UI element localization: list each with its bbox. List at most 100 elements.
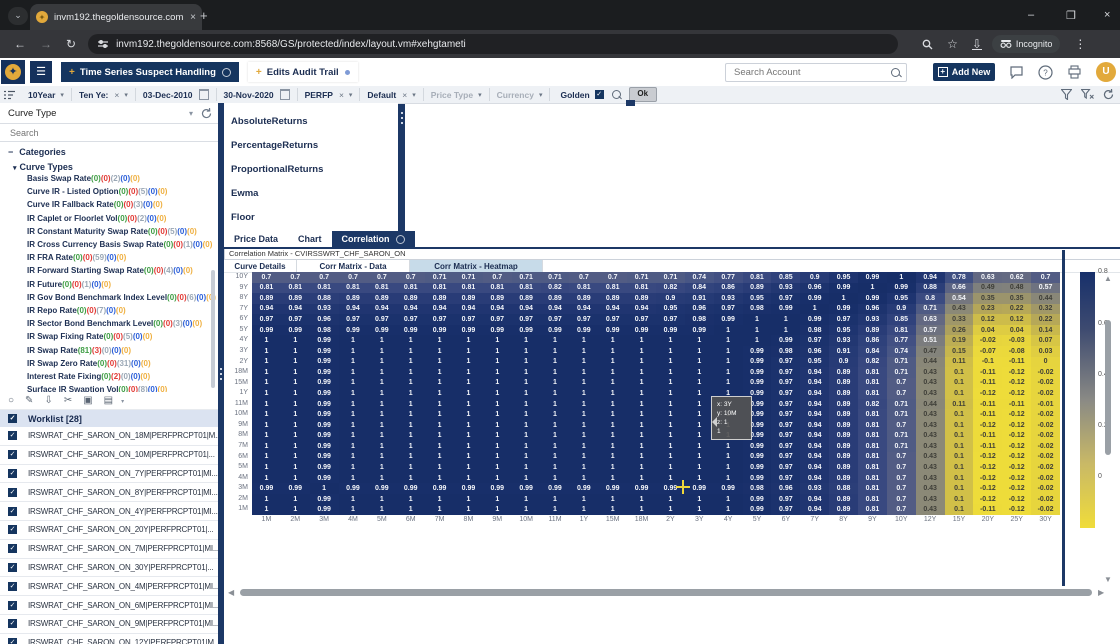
heatmap-cell[interactable]: 0.99 (309, 462, 339, 473)
heatmap-cell[interactable]: 1 (656, 398, 685, 410)
heatmap-cell[interactable]: 1 (367, 493, 397, 505)
heatmap-cell[interactable]: 0.22 (1002, 303, 1032, 315)
heatmap-cell[interactable]: 0.89 (829, 388, 858, 399)
heatmap-cell[interactable]: 1 (598, 345, 628, 357)
heatmap-cell[interactable]: 0.82 (540, 282, 570, 294)
heatmap-cell[interactable]: 0.71 (886, 398, 916, 410)
heatmap-cell[interactable]: 1 (684, 493, 714, 505)
heatmap-cell[interactable]: 0.93 (713, 293, 743, 304)
heatmap-cell[interactable]: 1 (425, 504, 454, 515)
subtab-curve-details[interactable]: Curve Details (224, 260, 297, 272)
heatmap-cell[interactable]: 0.86 (858, 335, 887, 346)
heatmap-cell[interactable]: 0.81 (858, 462, 887, 473)
heatmap-cell[interactable]: 1 (482, 451, 512, 463)
heatmap-cell[interactable]: 1 (598, 409, 628, 420)
heatmap-cell[interactable]: 0.81 (425, 282, 454, 294)
heatmap-cell[interactable]: 1 (713, 441, 743, 452)
heatmap-cell[interactable]: 1 (454, 504, 483, 515)
heatmap-cell[interactable]: 0.94 (800, 504, 830, 515)
heatmap-cell[interactable]: 0.97 (252, 314, 281, 325)
heatmap-cell[interactable]: 0.89 (829, 504, 858, 515)
heatmap-cell[interactable]: 1 (425, 356, 454, 368)
tree-search[interactable] (0, 124, 218, 142)
tab-settings-icon[interactable] (395, 234, 405, 244)
heatmap-cell[interactable]: 0.43 (915, 367, 945, 378)
heatmap-cell[interactable]: 0.99 (309, 398, 339, 410)
download-icon[interactable]: ⇩ (971, 38, 982, 50)
heatmap-cell[interactable]: 0.43 (944, 303, 974, 315)
heatmap-cell[interactable]: 0.81 (569, 282, 599, 294)
heatmap-cell[interactable]: 0.1 (944, 430, 974, 442)
heatmap-cell[interactable]: 0.89 (829, 472, 858, 484)
tree-item[interactable]: IR Future(0)(0)(1)(0)(0) (27, 278, 218, 291)
heatmap-cell[interactable]: 0.99 (367, 483, 397, 494)
workspace-tab-time-series-suspect-handling[interactable]: + Time Series Suspect Handling (61, 62, 239, 82)
heatmap-cell[interactable]: 1 (569, 419, 599, 431)
heatmap-cell[interactable]: 0.35 (973, 293, 1003, 304)
heatmap-cell[interactable]: 0.81 (482, 282, 512, 294)
heatmap-cell[interactable]: 0.77 (713, 272, 743, 283)
heatmap-cell[interactable]: 0.1 (944, 419, 974, 431)
transform-item[interactable]: ProportionalReturns (231, 164, 398, 175)
heatmap-cell[interactable]: 0.94 (627, 303, 656, 315)
heatmap-cell[interactable]: 1 (684, 472, 714, 484)
url-bar[interactable]: invm192.thegoldensource.com:8568/GS/prot… (88, 34, 899, 54)
heatmap-cell[interactable]: 1 (425, 451, 454, 463)
heatmap-cell[interactable]: 1 (569, 451, 599, 463)
heatmap-cell[interactable]: 1 (511, 504, 541, 515)
heatmap-cell[interactable]: 0.7 (886, 504, 916, 515)
heatmap-cell[interactable]: 0.95 (829, 272, 858, 283)
heatmap-cell[interactable]: 1 (367, 409, 397, 420)
heatmap-cell[interactable]: 1 (540, 419, 570, 431)
heatmap-cell[interactable]: 1 (280, 493, 310, 505)
heatmap-cell[interactable]: 1 (482, 409, 512, 420)
heatmap-cell[interactable]: 0.9 (656, 293, 685, 304)
heatmap-cell[interactable]: 1 (684, 504, 714, 515)
row-checkbox[interactable]: ✓ (8, 487, 17, 497)
filter-chip-ten-ye-[interactable]: Ten Ye: × ▾ (72, 88, 136, 101)
heatmap-cell[interactable]: -0.12 (1002, 367, 1032, 378)
heatmap-cell[interactable]: 1 (454, 430, 483, 442)
heatmap-cell[interactable]: 0.7 (886, 388, 916, 399)
heatmap-cell[interactable]: 0.94 (800, 441, 830, 452)
heatmap-cell[interactable]: 0.1 (944, 388, 974, 399)
heatmap-cell[interactable]: 0.71 (886, 367, 916, 378)
heatmap-cell[interactable]: 0.99 (425, 483, 454, 494)
browser-tab[interactable]: ✦ invm192.thegoldensource.com × (30, 4, 202, 30)
heatmap-cell[interactable]: 0.63 (973, 272, 1003, 283)
heatmap-cell[interactable]: 1 (598, 462, 628, 473)
heatmap-cell[interactable]: 0.99 (252, 324, 281, 336)
heatmap-cell[interactable]: 1 (742, 335, 772, 346)
tree-item[interactable]: IR Gov Bond Benchmark Index Level(0)(0)(… (27, 291, 218, 304)
heatmap-cell[interactable]: 1 (511, 388, 541, 399)
subtab-corr-matrix-data[interactable]: Corr Matrix - Data (297, 260, 410, 272)
heatmap-cell[interactable]: 1 (252, 493, 281, 505)
new-tab-button[interactable]: + (200, 8, 208, 23)
heatmap-cell[interactable]: 1 (511, 419, 541, 431)
heatmap-cell[interactable]: 1 (367, 472, 397, 484)
heatmap-cell[interactable]: -0.12 (973, 388, 1003, 399)
heatmap-cell[interactable]: 0.44 (1031, 293, 1060, 304)
heatmap-cell[interactable]: 0.63 (915, 314, 945, 325)
vertical-scrollbar-thumb[interactable] (1105, 320, 1111, 455)
heatmap-cell[interactable]: 1 (540, 430, 570, 442)
heatmap-cell[interactable]: 1 (569, 493, 599, 505)
heatmap-cell[interactable]: 1 (684, 356, 714, 368)
heatmap-cell[interactable]: 1 (396, 335, 426, 346)
heatmap-cell[interactable]: 0.81 (858, 493, 887, 505)
heatmap-cell[interactable]: 0.89 (540, 293, 570, 304)
filter-chip-03-dec-2010[interactable]: 03-Dec-2010 (136, 88, 217, 101)
row-checkbox[interactable]: ✓ (8, 638, 17, 644)
heatmap-cell[interactable]: 1 (367, 462, 397, 473)
heatmap-cell[interactable]: 0.88 (915, 282, 945, 294)
heatmap-cell[interactable]: 0.97 (771, 419, 801, 431)
heatmap-cell[interactable]: 0.93 (858, 314, 887, 325)
heatmap-cell[interactable]: 0.99 (800, 314, 830, 325)
heatmap-cell[interactable]: 1 (598, 377, 628, 389)
column-splitter-handle[interactable] (626, 100, 635, 106)
heatmap-cell[interactable]: 1 (627, 335, 656, 346)
heatmap-cell[interactable]: 0.89 (829, 430, 858, 442)
heatmap-cell[interactable]: 0.71 (886, 441, 916, 452)
heatmap-cell[interactable]: 0.7 (396, 272, 426, 283)
heatmap-cell[interactable]: 0.88 (309, 293, 339, 304)
